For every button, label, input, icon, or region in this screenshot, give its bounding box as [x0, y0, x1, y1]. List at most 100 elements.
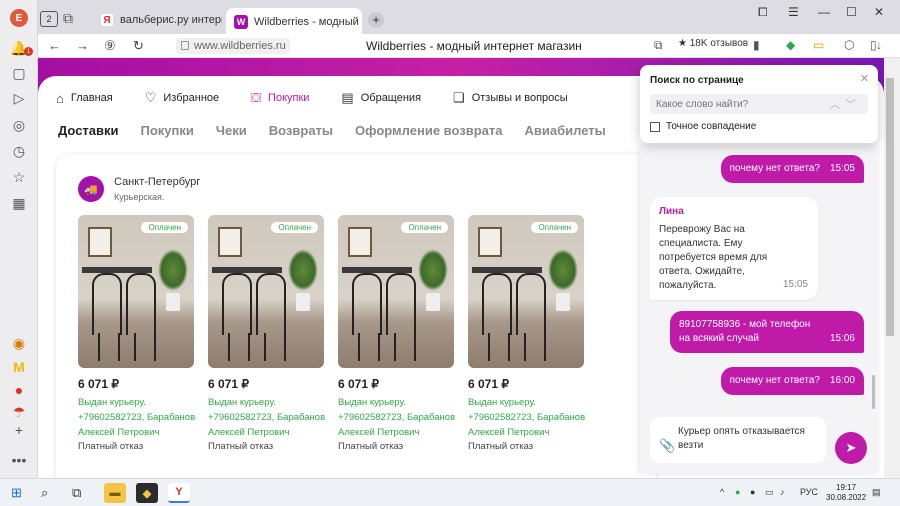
- system-clock[interactable]: 19:17 30.08.2022: [826, 483, 866, 503]
- chat-message-input[interactable]: 📎 Курьер опять отказывается везти: [650, 417, 826, 463]
- tab-yandex[interactable]: Я вальберис.ру интернет ма: [92, 8, 222, 32]
- forward-arrow-icon[interactable]: →: [76, 38, 89, 53]
- add-icon[interactable]: +: [9, 420, 29, 440]
- product-item[interactable]: Оплачен 6 071 ₽ Выдан курьеру. +79602582…: [338, 215, 455, 452]
- product-price: 6 071 ₽: [338, 377, 379, 391]
- paperclip-icon[interactable]: 📎: [659, 439, 675, 453]
- support-chat-panel: почему нет ответа? 15:05 Лина Переврожу В…: [640, 147, 878, 473]
- find-nav-arrows[interactable]: ︿ ﹀: [830, 96, 856, 111]
- account-nav: ⌂ Главная ♡ Избранное ⛋ Покупки ▤ Обращения …: [56, 88, 600, 108]
- agent-name: Лина: [659, 206, 684, 217]
- url-field[interactable]: www.wildberries.ru: [176, 38, 290, 54]
- file-explorer-icon[interactable]: ▬: [104, 483, 126, 503]
- send-button[interactable]: ➤: [835, 432, 867, 464]
- exact-match-checkbox[interactable]: Точное совпадение: [650, 121, 756, 132]
- search-icon[interactable]: ⌕: [41, 485, 48, 501]
- product-photo[interactable]: Оплачен: [468, 215, 584, 368]
- delivery-city: Санкт-Петербург: [114, 176, 201, 188]
- tab-label: вальберис.ру интернет ма: [120, 14, 222, 26]
- bag-icon: ⛋: [251, 90, 262, 105]
- maps-pin-icon[interactable]: ●: [9, 380, 29, 400]
- page-scroll-thumb[interactable]: [886, 78, 894, 336]
- nav-home[interactable]: ⌂ Главная: [56, 91, 113, 106]
- checkbox-box[interactable]: [650, 121, 660, 132]
- notification-badge: 1: [24, 47, 33, 56]
- profile-avatar[interactable]: E: [10, 9, 28, 27]
- minimize-icon[interactable]: —: [818, 5, 830, 19]
- tab-purchases[interactable]: Покупки: [141, 123, 194, 138]
- reload-icon[interactable]: ↻: [133, 38, 144, 54]
- paid-badge: Оплачен: [401, 222, 448, 233]
- tray-app-icon[interactable]: ●: [735, 487, 740, 497]
- find-on-page-popover: Поиск по странице ✕ ︿ ﹀ Точное совпадени…: [640, 65, 878, 143]
- refusal-note: Платный отказ: [208, 441, 274, 452]
- browser-sidebar: E 🔔 1 ▢ ▷ ◎ ◷ ☆ ▦ ◉ M ● ☂ + •••: [0, 0, 38, 478]
- product-photo[interactable]: Оплачен: [338, 215, 454, 368]
- yandex-browser-taskbar-icon[interactable]: Y: [168, 483, 190, 503]
- weather-icon[interactable]: ☂: [9, 402, 29, 422]
- tab-return-request[interactable]: Оформление возврата: [355, 123, 502, 138]
- history-icon[interactable]: ◷: [9, 141, 29, 161]
- nav-favorites[interactable]: ♡ Избранное: [145, 90, 219, 106]
- zen-icon[interactable]: ▢: [9, 63, 29, 83]
- maximize-icon[interactable]: ☐: [846, 5, 857, 19]
- product-item[interactable]: Оплачен 6 071 ₽ Выдан курьеру. +79602582…: [468, 215, 586, 452]
- batman-app-icon[interactable]: ◆: [136, 483, 158, 503]
- network-icon[interactable]: ▭: [765, 487, 774, 498]
- delivery-method: Курьерская.: [114, 192, 165, 202]
- more-icon[interactable]: •••: [9, 450, 29, 470]
- tab-receipts[interactable]: Чеки: [216, 123, 247, 138]
- collections-icon[interactable]: ◎: [9, 115, 29, 135]
- extensions-icon[interactable]: ⬡: [844, 38, 854, 52]
- chat-message-outgoing: почему нет ответа? 15:05: [720, 155, 864, 183]
- page-scrollbar[interactable]: [884, 58, 900, 478]
- product-item[interactable]: Оплачен 6 071 ₽ Выдан курьеру. +79602582…: [208, 215, 325, 452]
- alice-icon[interactable]: ◉: [9, 333, 29, 353]
- volume-icon[interactable]: ♪: [780, 487, 785, 497]
- reviews-badge[interactable]: ★ 18K отзывов: [678, 38, 748, 49]
- truck-icon: 🚚: [78, 176, 104, 202]
- copy-link-icon[interactable]: ⧉: [654, 38, 663, 53]
- tray-app-icon[interactable]: ●: [750, 487, 755, 497]
- input-language[interactable]: РУС: [800, 487, 818, 497]
- tab-group-icon[interactable]: ⧉: [63, 10, 73, 27]
- delivery-status: Выдан курьеру. +79602582723, Барабанов А…: [468, 397, 586, 438]
- window-pin-icon[interactable]: ⧠: [758, 5, 768, 20]
- tab-wildberries[interactable]: W Wildberries - модный и ✕: [226, 8, 362, 36]
- bookmark-icon[interactable]: ▮: [753, 38, 760, 52]
- wb-icon: W: [234, 15, 248, 29]
- chat-message-outgoing: 89107758936 - мой телефон на всякий случ…: [670, 311, 864, 353]
- bookmarks-star-icon[interactable]: ☆: [9, 167, 29, 187]
- nav-purchases[interactable]: ⛋ Покупки: [251, 90, 309, 106]
- play-icon[interactable]: ▷: [9, 88, 29, 108]
- protect-icon[interactable]: ◆: [786, 38, 795, 52]
- apps-grid-icon[interactable]: ▦: [9, 193, 29, 213]
- product-photo[interactable]: Оплачен: [208, 215, 324, 368]
- tab-air-tickets[interactable]: Авиабилеты: [525, 123, 606, 138]
- close-icon[interactable]: ✕: [860, 72, 869, 85]
- market-icon[interactable]: M: [9, 357, 29, 377]
- tray-chevron-icon[interactable]: ^: [720, 487, 724, 497]
- product-item[interactable]: Оплачен 6 071 ₽ Выдан курьеру. +79602582…: [78, 215, 195, 452]
- find-title: Поиск по странице: [650, 75, 744, 86]
- chat-scrollbar[interactable]: [872, 375, 875, 409]
- tab-count-button[interactable]: 2: [40, 11, 58, 27]
- close-window-icon[interactable]: ✕: [874, 5, 884, 19]
- back-arrow-icon[interactable]: ←: [48, 38, 61, 53]
- new-tab-button[interactable]: +: [368, 12, 384, 28]
- download-icon[interactable]: ↓: [876, 38, 882, 52]
- nav-reviews[interactable]: ❏ Отзывы и вопросы: [453, 90, 568, 106]
- yandex-shield-icon[interactable]: ⑨: [104, 38, 116, 54]
- windows-start-icon[interactable]: ⊞: [11, 485, 22, 501]
- paid-badge: Оплачен: [531, 222, 578, 233]
- battery-icon[interactable]: ▭: [813, 38, 824, 52]
- url-text: www.wildberries.ru: [194, 40, 286, 52]
- product-photo[interactable]: Оплачен: [78, 215, 194, 368]
- nav-appeals[interactable]: ▤ Обращения: [341, 90, 421, 106]
- notification-center-icon[interactable]: ▤: [872, 487, 881, 498]
- tab-deliveries[interactable]: Доставки: [58, 123, 119, 138]
- task-view-icon[interactable]: ⧉: [72, 485, 81, 501]
- tab-returns[interactable]: Возвраты: [269, 123, 333, 138]
- refusal-note: Платный отказ: [468, 441, 534, 452]
- menu-icon[interactable]: ☰: [788, 5, 799, 19]
